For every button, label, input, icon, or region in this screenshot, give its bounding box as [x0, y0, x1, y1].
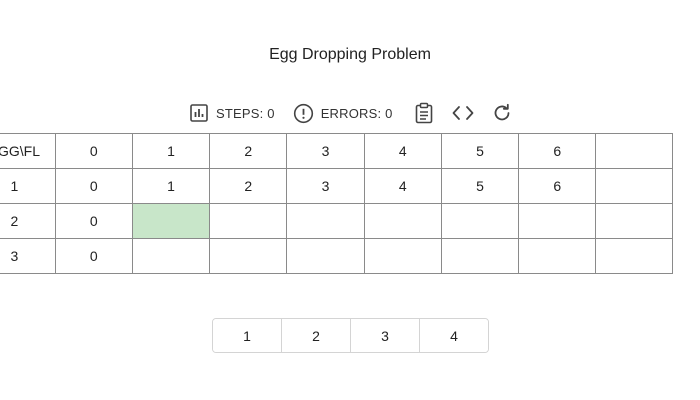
table-header-cell: 1: [131, 133, 211, 169]
page-button-4[interactable]: 4: [420, 319, 488, 352]
table-header-cell: 0: [54, 133, 133, 169]
table-cell: 0: [54, 203, 133, 239]
table-cell[interactable]: [286, 238, 365, 274]
page-title: Egg Dropping Problem: [269, 46, 431, 63]
table-cell[interactable]: [209, 203, 288, 239]
table-cell[interactable]: [518, 203, 597, 239]
table-cell[interactable]: [286, 203, 365, 239]
table-header-row: EGG\FL 0 1 2 3 4 5 6: [0, 133, 673, 169]
table-row-label: 2: [0, 203, 56, 239]
active-table-cell[interactable]: [131, 203, 211, 239]
table-corner-cell: EGG\FL: [0, 133, 56, 169]
table-header-cell: 4: [363, 133, 442, 169]
code-icon[interactable]: [452, 102, 474, 124]
table-cell[interactable]: [363, 203, 442, 239]
steps-counter: STEPS: 0: [188, 102, 275, 124]
page-button-3[interactable]: 3: [351, 319, 420, 352]
table-cell: 1: [131, 168, 211, 204]
table-cell: 4: [363, 168, 442, 204]
errors-counter: ERRORS: 0: [293, 102, 393, 124]
table-row: 1 0 1 2 3 4 5 6: [0, 168, 673, 204]
table-cell[interactable]: [131, 238, 211, 274]
table-cell[interactable]: [363, 238, 442, 274]
refresh-icon[interactable]: [491, 102, 513, 124]
table-row: 3 0: [0, 238, 673, 274]
table-cell[interactable]: [440, 238, 520, 274]
table-cell: 0: [54, 168, 133, 204]
table-cell: [595, 168, 673, 204]
table-header-cell: 6: [518, 133, 597, 169]
table-cell[interactable]: [518, 238, 597, 274]
table-header-cell: 2: [209, 133, 288, 169]
pagination: 1 2 3 4: [212, 318, 489, 353]
toolbar: STEPS: 0 ERRORS: 0: [188, 100, 513, 126]
clipboard-icon[interactable]: [413, 102, 435, 124]
page-button-1[interactable]: 1: [213, 319, 282, 352]
alert-circle-icon[interactable]: [293, 102, 315, 124]
table-row: 2 0: [0, 203, 673, 239]
page-button-2[interactable]: 2: [282, 319, 351, 352]
table-cell: 0: [54, 238, 133, 274]
page: Egg Dropping Problem STEPS: 0 ERRORS: 0 …: [0, 0, 700, 400]
table-cell: 2: [209, 168, 288, 204]
table-cell[interactable]: [595, 203, 673, 239]
table-cell[interactable]: [209, 238, 288, 274]
table-cell[interactable]: [595, 238, 673, 274]
bar-chart-icon[interactable]: [188, 102, 210, 124]
table-header-cell: 3: [286, 133, 365, 169]
table-cell: 5: [440, 168, 520, 204]
steps-label: STEPS: 0: [216, 105, 275, 121]
table-cell: 6: [518, 168, 597, 204]
table-row-label: 3: [0, 238, 56, 274]
table-row-label: 1: [0, 168, 56, 204]
table-cell[interactable]: [440, 203, 520, 239]
table-header-cell: [595, 133, 673, 169]
table-cell: 3: [286, 168, 365, 204]
errors-label: ERRORS: 0: [320, 105, 393, 121]
dp-table: EGG\FL 0 1 2 3 4 5 6 1 0 1 2 3 4 5 6 2 0: [0, 133, 673, 274]
table-header-cell: 5: [440, 133, 520, 169]
